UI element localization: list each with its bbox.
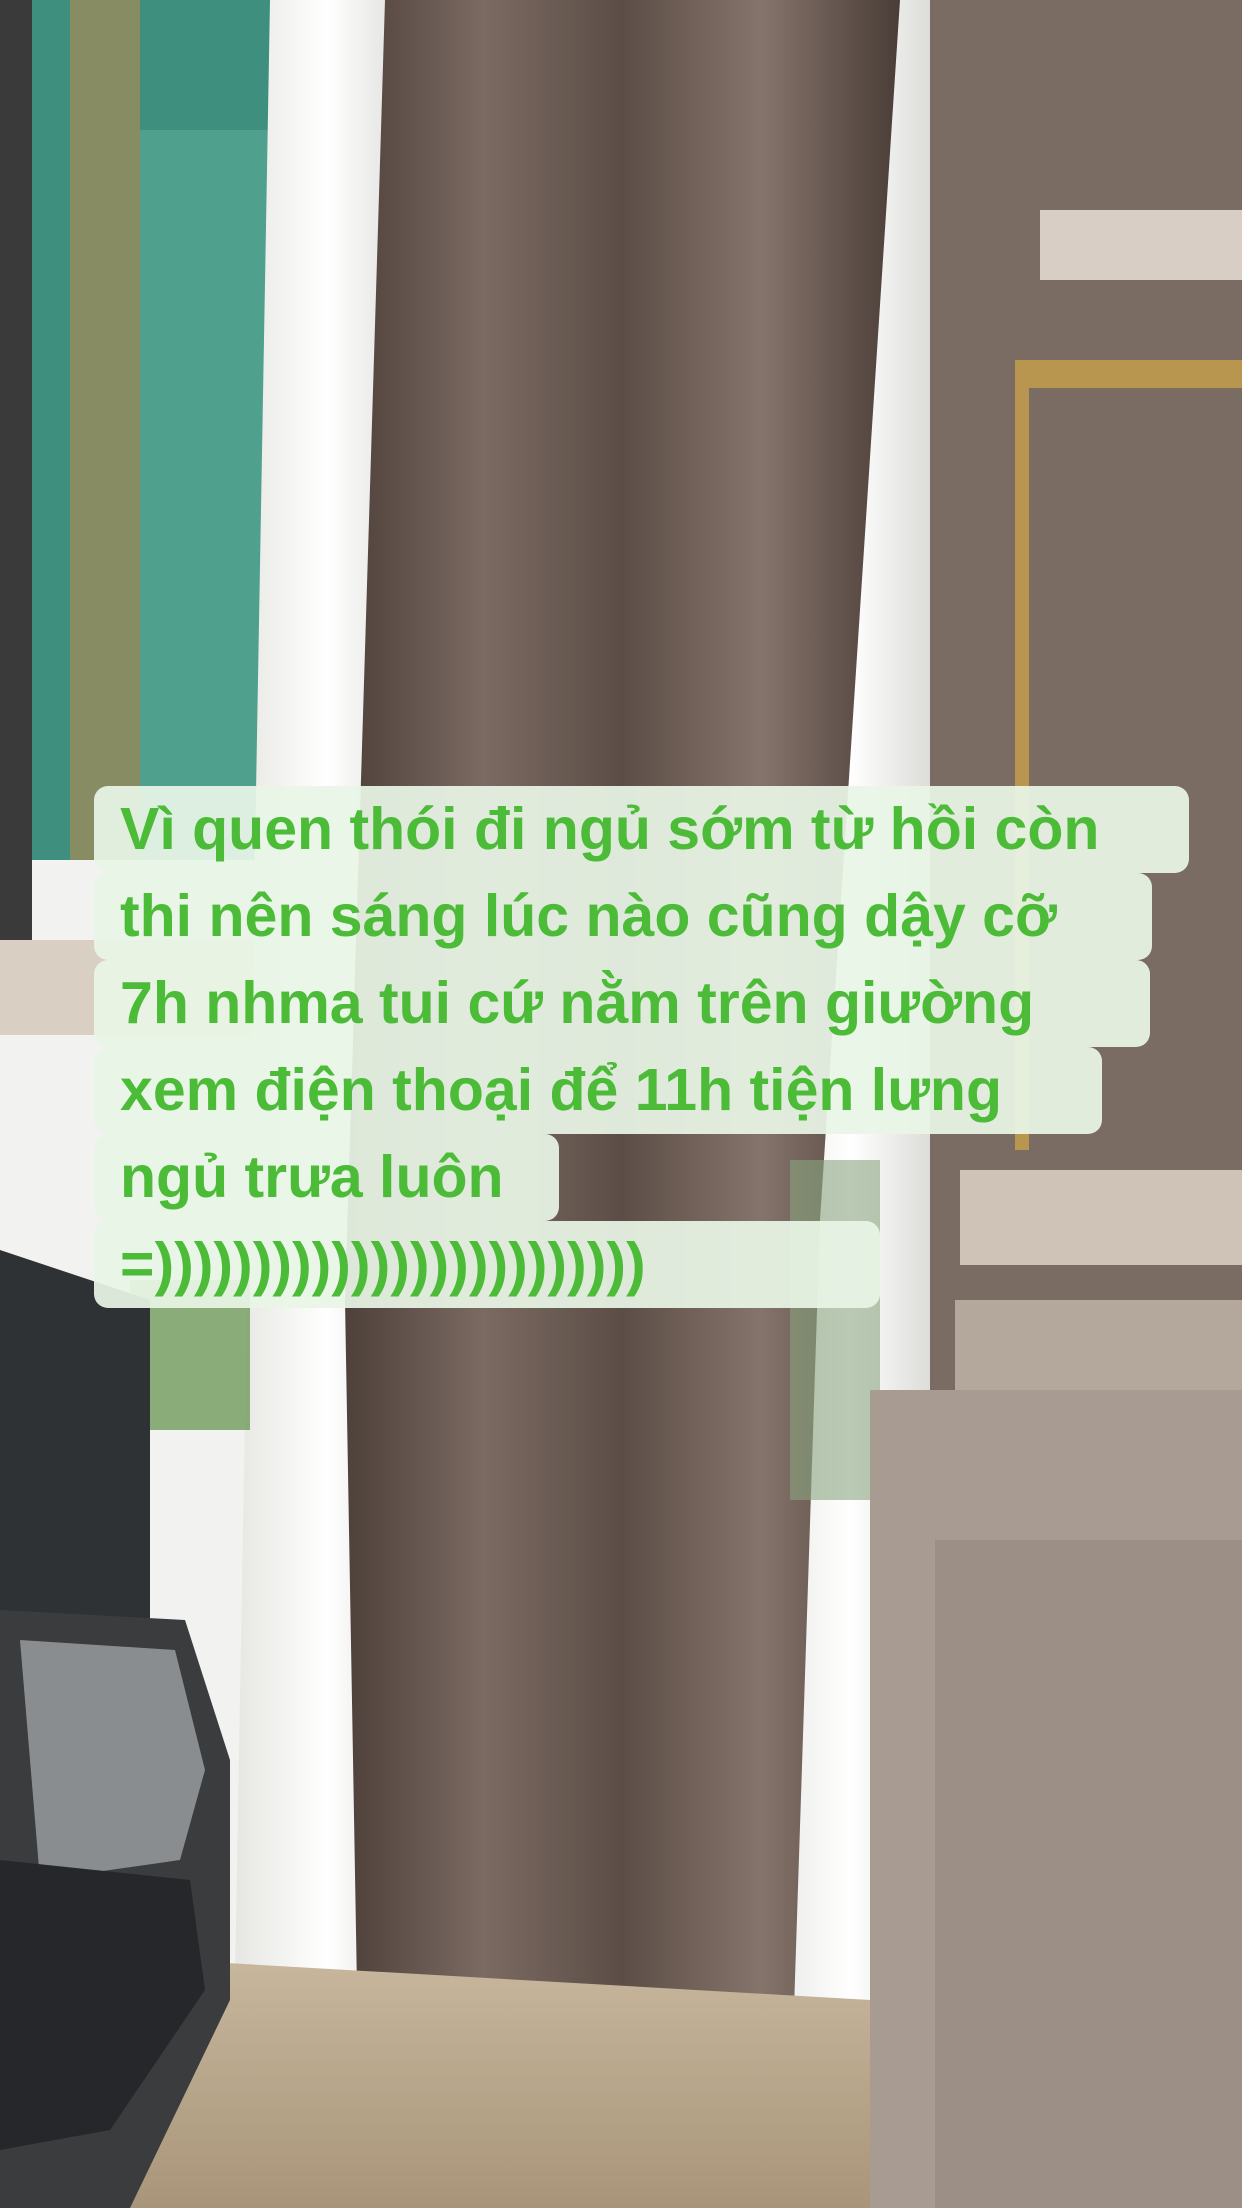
caption-line-text: ngủ trưa luôn (120, 1144, 504, 1210)
caption-line-text: =))))))))))))))))))))))))) (120, 1231, 646, 1297)
caption-line: =))))))))))))))))))))))))) (94, 1221, 1194, 1308)
caption-line: xem điện thoại để 11h tiện lưng (94, 1047, 1194, 1134)
building (30, 0, 295, 860)
caption-line: 7h nhma tui cứ nằm trên giường (94, 960, 1194, 1047)
caption-line-text: thi nên sáng lúc nào cũng dậy cỡ (120, 883, 1057, 949)
caption-line: ngủ trưa luôn (94, 1134, 1194, 1221)
caption-line-text: 7h nhma tui cứ nằm trên giường (120, 970, 1035, 1036)
window-frame (0, 0, 32, 980)
caption-line: thi nên sáng lúc nào cũng dậy cỡ (94, 873, 1194, 960)
caption-line: Vì quen thói đi ngủ sớm từ hồi còn (94, 786, 1194, 873)
caption-line-text: xem điện thoại để 11h tiện lưng (120, 1057, 1003, 1123)
caption-line-text: Vì quen thói đi ngủ sớm từ hồi còn (120, 796, 1100, 862)
story-caption: Vì quen thói đi ngủ sớm từ hồi còn thi n… (94, 786, 1194, 1308)
